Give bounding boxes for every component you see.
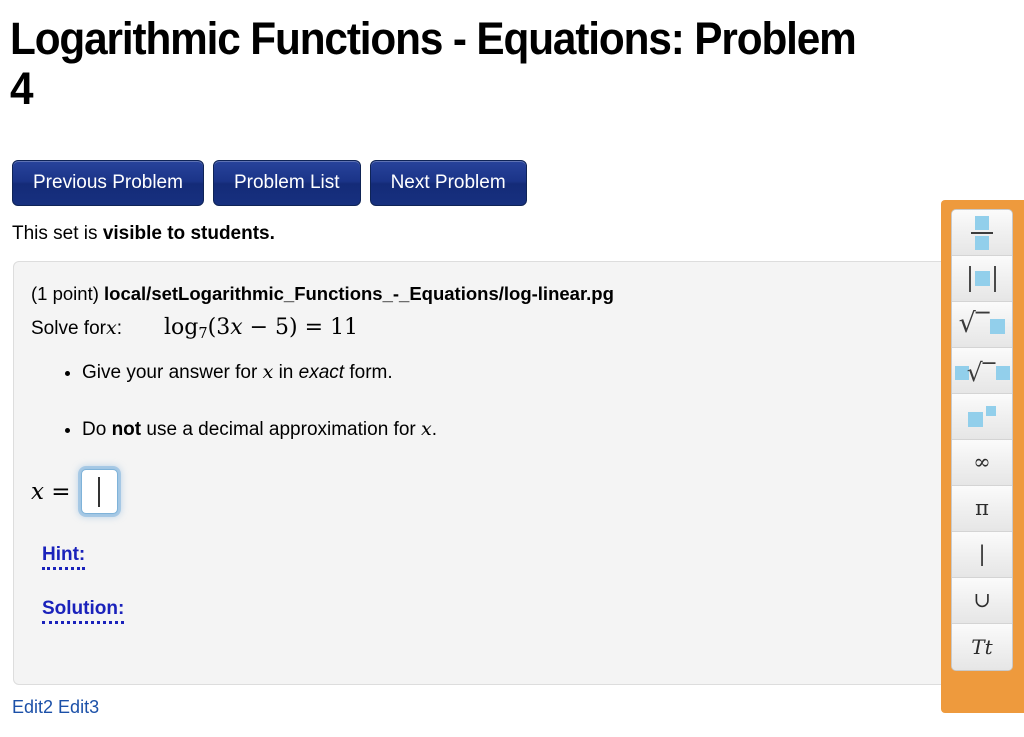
bullet2-post: .: [431, 418, 437, 440]
equation-rhs: 11: [330, 315, 359, 340]
vertical-bar-icon[interactable]: |: [952, 532, 1012, 578]
equation-log: log: [163, 315, 199, 340]
text-mode-icon[interactable]: Tt: [952, 624, 1012, 670]
solve-label: Solve for: [31, 318, 106, 339]
answer-row: x =: [31, 469, 118, 514]
problem-panel: (1 point) local/setLogarithmic_Functions…: [13, 261, 949, 685]
problem-points: (1 point): [31, 283, 105, 304]
union-icon[interactable]: ∪: [952, 578, 1012, 624]
infinity-icon[interactable]: ∞: [952, 440, 1012, 486]
hint-link[interactable]: Hint:: [42, 544, 86, 570]
previous-problem-button[interactable]: Previous Problem: [12, 160, 204, 206]
equation-coefficient: 3: [216, 315, 231, 340]
infinity-glyph: ∞: [973, 450, 991, 474]
problem-nav-bar: Previous Problem Problem List Next Probl…: [12, 160, 527, 206]
fraction-glyph: [971, 215, 993, 250]
bullet2-variable: x: [421, 417, 432, 440]
bullet1-pre: Give your answer for: [82, 362, 263, 383]
nth-root-glyph: √‾: [954, 358, 1011, 385]
pi-glyph: π: [975, 496, 989, 520]
pi-icon[interactable]: π: [952, 486, 1012, 532]
nth-root-icon[interactable]: √‾: [952, 348, 1012, 394]
problem-list-button[interactable]: Problem List: [212, 160, 361, 206]
bullet1-post: form.: [344, 362, 393, 383]
problem-source-line: (1 point) local/setLogarithmic_Functions…: [31, 283, 614, 305]
equation-equals: =: [297, 315, 331, 340]
math-palette: √‾ √‾ ∞ π | ∪ Tt: [941, 200, 1024, 713]
solution-link[interactable]: Solution:: [42, 598, 125, 624]
bullet1-emphasis: exact: [298, 362, 345, 383]
equation-variable: x: [230, 315, 243, 340]
list-item: Do not use a decimal approximation for x…: [82, 418, 437, 442]
equation-close-paren: ): [289, 315, 298, 340]
text-caret: [97, 477, 100, 507]
text-mode-glyph: Tt: [971, 635, 993, 659]
equation-base: 7: [198, 326, 208, 343]
absolute-value-icon[interactable]: [952, 256, 1012, 302]
visibility-status-badge: visible to students.: [102, 223, 275, 244]
equation-minus: −: [242, 315, 276, 340]
edit3-link[interactable]: Edit3: [58, 697, 99, 717]
problem-instruction-list: Give your answer for x in exact form. Do…: [54, 361, 437, 475]
math-palette-buttons: √‾ √‾ ∞ π | ∪ Tt: [951, 209, 1013, 671]
page-title: Logarithmic Functions - Equations: Probl…: [10, 13, 857, 115]
square-root-glyph: √‾: [959, 310, 1006, 337]
bullet1-variable: x: [262, 361, 274, 383]
solve-instruction-line: Solve for x: log7(3x − 5) = 11: [31, 315, 358, 342]
problem-equation: log7(3x − 5) = 11: [164, 315, 358, 342]
absolute-value-glyph: [968, 265, 996, 292]
fraction-icon[interactable]: [952, 210, 1012, 256]
problem-file-path: local/setLogarithmic_Functions_-_Equatio…: [104, 283, 614, 304]
answer-variable: x: [31, 478, 44, 505]
solve-colon: :: [116, 318, 122, 339]
answer-label: x =: [31, 479, 71, 505]
bullet2-pre: Do: [82, 418, 112, 440]
set-visibility-status: This set is visible to students.: [12, 223, 275, 245]
equation-constant: 5: [275, 315, 290, 340]
exponent-icon[interactable]: [952, 394, 1012, 440]
square-root-icon[interactable]: √‾: [952, 302, 1012, 348]
union-glyph: ∪: [973, 588, 991, 612]
equation-open-paren: (: [207, 315, 217, 340]
bullet1-mid: in: [273, 362, 299, 383]
edit-links-bar: Edit2 Edit3: [12, 697, 99, 718]
edit2-link[interactable]: Edit2: [12, 697, 53, 717]
solve-variable: x: [105, 317, 117, 339]
answer-equals: =: [43, 478, 71, 505]
vertical-bar-glyph: |: [978, 542, 986, 566]
exponent-glyph: [968, 406, 996, 427]
next-problem-button[interactable]: Next Problem: [369, 160, 527, 206]
list-item: Give your answer for x in exact form.: [82, 361, 437, 385]
bullet2-strong: not: [111, 418, 142, 440]
bullet2-mid: use a decimal approximation for: [141, 418, 421, 440]
answer-input[interactable]: [80, 469, 118, 514]
visibility-prefix: This set is: [12, 223, 103, 244]
